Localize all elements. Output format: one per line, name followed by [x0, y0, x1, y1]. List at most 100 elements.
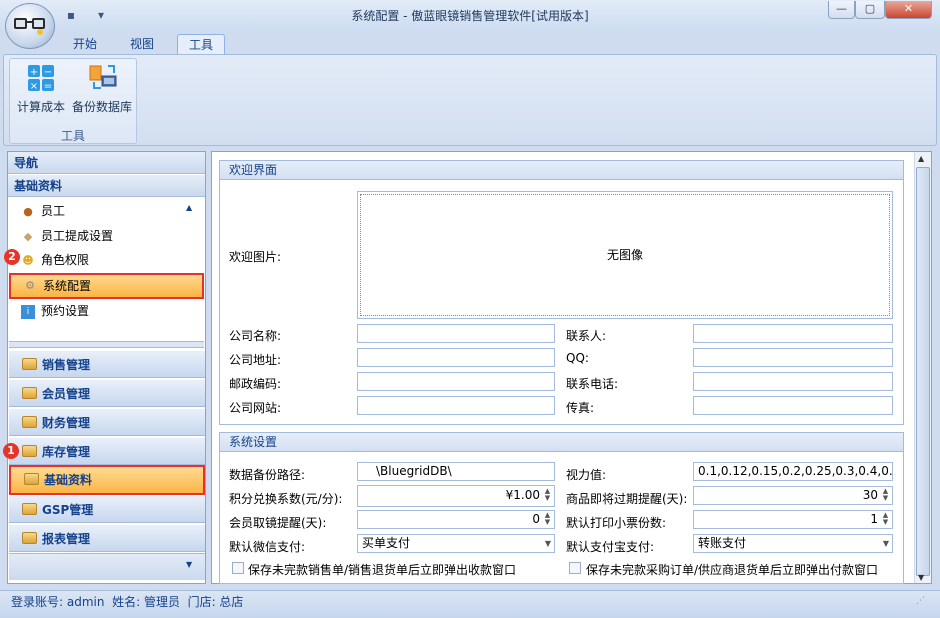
welcome-header: 欢迎界面 [220, 161, 903, 180]
company-address-field[interactable] [357, 348, 555, 367]
save-icon[interactable]: ▪ [63, 7, 79, 23]
sales-payment-checkbox[interactable] [232, 562, 244, 574]
purchase-payment-checkbox[interactable] [569, 562, 581, 574]
spinner-icon[interactable]: ▲ ▼ [543, 488, 552, 502]
nav-group-reports[interactable]: 报表管理 [9, 524, 205, 552]
system-settings-header: 系统设置 [220, 433, 903, 452]
pickup-value: 0 [532, 512, 540, 526]
spinner-icon[interactable]: ▲ ▼ [881, 512, 890, 526]
folder-icon [22, 416, 37, 428]
calculate-cost-button[interactable]: + − × = 计算成本 [13, 62, 69, 118]
status-text: 登录账号: admin 姓名: 管理员 门店: 总店 [11, 595, 244, 609]
tab-tools[interactable]: 工具 [177, 34, 225, 55]
pickup-field[interactable]: 0 ▲ ▼ [357, 510, 555, 529]
nav-group-finance[interactable]: 财务管理 [9, 408, 205, 436]
nav-group-label: 财务管理 [42, 416, 91, 430]
points-ratio-field[interactable]: ¥1.00 ▲ ▼ [357, 485, 555, 507]
backup-database-button[interactable]: 备份数据库 [70, 62, 134, 118]
nav-item-label: 预约设置 [41, 304, 90, 318]
pickup-label: 会员取镜提醒(天): [229, 516, 327, 530]
glasses-logo-icon [14, 18, 45, 35]
nav-item-label: 角色权限 [41, 253, 90, 267]
chevron-down-icon[interactable]: ▼ [545, 535, 551, 552]
expiry-field[interactable]: 30 ▲ ▼ [693, 486, 893, 505]
nav-item-label: 员工提成设置 [41, 229, 114, 243]
appointment-icon: i [21, 305, 35, 319]
phone-label: 联系电话: [566, 377, 619, 391]
fax-field[interactable] [693, 396, 893, 415]
nav-group-label: GSP管理 [42, 503, 94, 517]
folder-icon [22, 387, 37, 399]
calculate-cost-label: 计算成本 [16, 100, 65, 114]
welcome-image-box[interactable]: 无图像 [357, 191, 893, 319]
website-field[interactable] [357, 396, 555, 415]
nav-item-role[interactable]: ☻ 角色权限 [9, 249, 204, 272]
company-address-label: 公司地址: [229, 353, 282, 367]
postcode-field[interactable] [357, 372, 555, 391]
vision-label: 视力值: [566, 468, 607, 482]
restore-button[interactable]: ▢ [855, 1, 885, 19]
window-title: 系统配置 - 傲蓝眼镜销售管理软件[试用版本] [351, 9, 589, 23]
database-backup-icon [89, 65, 117, 89]
scrollbar-thumb[interactable] [916, 167, 930, 576]
nav-group-sales[interactable]: 销售管理 [9, 350, 205, 378]
splitter-handle[interactable] [9, 341, 204, 348]
tab-view[interactable]: 视图 [117, 34, 167, 55]
tab-start[interactable]: 开始 [60, 34, 110, 55]
expiry-label: 商品即将过期提醒(天): [566, 492, 688, 506]
employee-icon: ● [23, 205, 33, 218]
nav-group-label: 报表管理 [42, 532, 91, 546]
scroll-up-icon[interactable]: ▲ [918, 154, 924, 163]
wechat-select[interactable]: 买单支付 ▼ [357, 534, 555, 553]
website-label: 公司网站: [229, 401, 282, 415]
svg-text:+: + [30, 67, 38, 78]
qq-field[interactable] [693, 348, 893, 367]
svg-text:=: = [44, 81, 52, 92]
folder-icon [22, 358, 37, 370]
ribbon-panel [3, 54, 937, 146]
receipt-field[interactable]: 1 ▲ ▼ [693, 510, 893, 529]
folder-icon [22, 532, 37, 544]
contact-field[interactable] [693, 324, 893, 343]
nav-item-appointment[interactable]: i 预约设置 [9, 300, 204, 323]
nav-group-label: 基础资料 [44, 473, 93, 487]
company-name-field[interactable] [357, 324, 555, 343]
scroll-down-icon[interactable]: ▼ [918, 573, 924, 582]
minimize-button[interactable]: — [828, 1, 855, 19]
nav-group-gsp[interactable]: GSP管理 [9, 495, 205, 523]
points-ratio-value: ¥1.00 [505, 488, 540, 502]
commission-icon: ◆ [23, 230, 33, 243]
chevron-down-icon[interactable]: ▼ [186, 560, 192, 569]
nav-group-basic-data[interactable]: 基础资料 [9, 465, 205, 495]
ribbon-group-label: 工具 [60, 129, 85, 143]
nav-item-system-config[interactable]: ⚙ 系统配置 [9, 273, 204, 299]
resize-grip-icon[interactable]: ⋰ [916, 596, 925, 606]
nav-item-label: 系统配置 [43, 279, 92, 293]
alipay-label: 默认支付宝支付: [566, 540, 655, 554]
gear-icon: ⚙ [25, 279, 35, 292]
chevron-down-icon[interactable]: ▼ [883, 535, 889, 552]
alipay-select[interactable]: 转账支付 ▼ [693, 534, 893, 553]
customize-toolbar-icon[interactable]: ▾ [93, 7, 109, 23]
nav-item-label: 员工 [41, 204, 66, 218]
nav-group-inventory[interactable]: 库存管理 [9, 437, 205, 465]
backup-path-field[interactable]: \BluegridDB\ [357, 462, 555, 481]
qq-label: QQ: [566, 351, 589, 365]
company-name-label: 公司名称: [229, 329, 282, 343]
step-badge-2: 2 [4, 249, 20, 265]
spinner-icon[interactable]: ▲ ▼ [543, 512, 552, 526]
close-button[interactable]: ✕ [885, 1, 932, 19]
nav-group-label: 销售管理 [42, 358, 91, 372]
role-icon: ☻ [22, 254, 34, 267]
phone-field[interactable] [693, 372, 893, 391]
postcode-label: 邮政编码: [229, 377, 282, 391]
welcome-image-label: 欢迎图片: [229, 250, 282, 264]
nav-item-commission[interactable]: ◆ 员工提成设置 [9, 225, 204, 248]
folder-icon [22, 503, 37, 515]
nav-item-employee[interactable]: ● 员工 [9, 200, 204, 223]
spinner-icon[interactable]: ▲ ▼ [881, 488, 890, 502]
svg-text:×: × [30, 81, 38, 92]
vision-field[interactable]: 0.1,0.12,0.15,0.2,0.25,0.3,0.4,0.5, [693, 462, 893, 481]
receipt-value: 1 [870, 512, 878, 526]
nav-group-member[interactable]: 会员管理 [9, 379, 205, 407]
